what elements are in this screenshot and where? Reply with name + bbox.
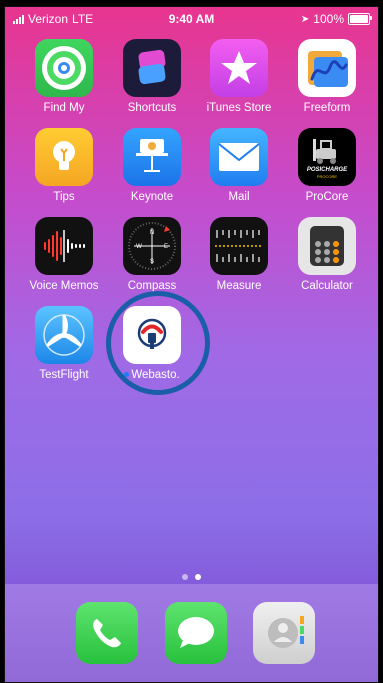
app-shortcuts[interactable]: Shortcuts (112, 39, 192, 114)
battery-icon (348, 13, 372, 25)
app-label-text: Webasto. (131, 369, 180, 381)
dock (5, 584, 378, 682)
app-label: Keynote (130, 191, 174, 203)
mail-icon (210, 128, 268, 186)
page-dot-active[interactable] (195, 574, 201, 580)
status-bar: Verizon LTE 9:40 AM ➤ 100% (5, 7, 378, 29)
app-itunes-store[interactable]: iTunes Store (199, 39, 279, 114)
procore-logo-text: POSICHARGE (306, 167, 348, 173)
app-label: Shortcuts (127, 102, 177, 114)
status-right: ➤ 100% (300, 12, 372, 26)
battery-percent: 100% (313, 12, 344, 26)
itunes-store-icon (210, 39, 268, 97)
procore-logo-sub: PROCORE (316, 174, 338, 179)
messages-icon[interactable] (165, 602, 227, 664)
page-indicator[interactable] (5, 574, 378, 580)
new-app-dot-icon (124, 372, 130, 378)
procore-icon: POSICHARGE PROCORE (298, 128, 356, 186)
tips-icon (35, 128, 93, 186)
app-label: Webasto. (112, 369, 192, 381)
home-screen: Verizon LTE 9:40 AM ➤ 100% Find My Short… (4, 6, 379, 683)
freeform-icon (298, 39, 356, 97)
phone-icon[interactable] (76, 602, 138, 664)
app-keynote[interactable]: Keynote (112, 128, 192, 203)
testflight-icon (35, 306, 93, 364)
compass-icon: N S W E (123, 217, 181, 275)
webasto-icon (123, 306, 181, 364)
app-calculator[interactable]: Calculator (287, 217, 367, 292)
app-webasto[interactable]: Webasto. (112, 306, 192, 381)
find-my-icon (35, 39, 93, 97)
svg-text:S: S (150, 259, 154, 265)
svg-text:N: N (150, 230, 154, 236)
measure-icon (210, 217, 268, 275)
app-tips[interactable]: Tips (24, 128, 104, 203)
app-label: Calculator (301, 280, 353, 292)
page-dot[interactable] (182, 574, 188, 580)
app-voice-memos[interactable]: Voice Memos (24, 217, 104, 292)
app-find-my[interactable]: Find My (24, 39, 104, 114)
app-label: TestFlight (39, 369, 89, 381)
app-label: Measure (216, 280, 262, 292)
voice-memos-icon (35, 217, 93, 275)
app-label: Voice Memos (29, 280, 99, 292)
app-label: Compass (127, 280, 177, 292)
app-label: Freeform (303, 102, 351, 114)
calculator-icon (298, 217, 356, 275)
app-compass[interactable]: N S W E Compass (112, 217, 192, 292)
app-freeform[interactable]: Freeform (287, 39, 367, 114)
app-label: Find My (43, 102, 85, 114)
app-label: Tips (53, 191, 75, 203)
app-mail[interactable]: Mail (199, 128, 279, 203)
app-testflight[interactable]: TestFlight (24, 306, 104, 381)
app-measure[interactable]: Measure (199, 217, 279, 292)
shortcuts-icon (123, 39, 181, 97)
svg-text:E: E (164, 244, 168, 250)
location-arrow-icon: ➤ (300, 13, 310, 25)
contacts-icon[interactable] (253, 602, 315, 664)
app-procore[interactable]: POSICHARGE PROCORE ProCore (287, 128, 367, 203)
app-label: Mail (228, 191, 250, 203)
keynote-icon (123, 128, 181, 186)
svg-text:W: W (136, 244, 142, 250)
app-label: ProCore (305, 191, 349, 203)
app-label: iTunes Store (206, 102, 272, 114)
